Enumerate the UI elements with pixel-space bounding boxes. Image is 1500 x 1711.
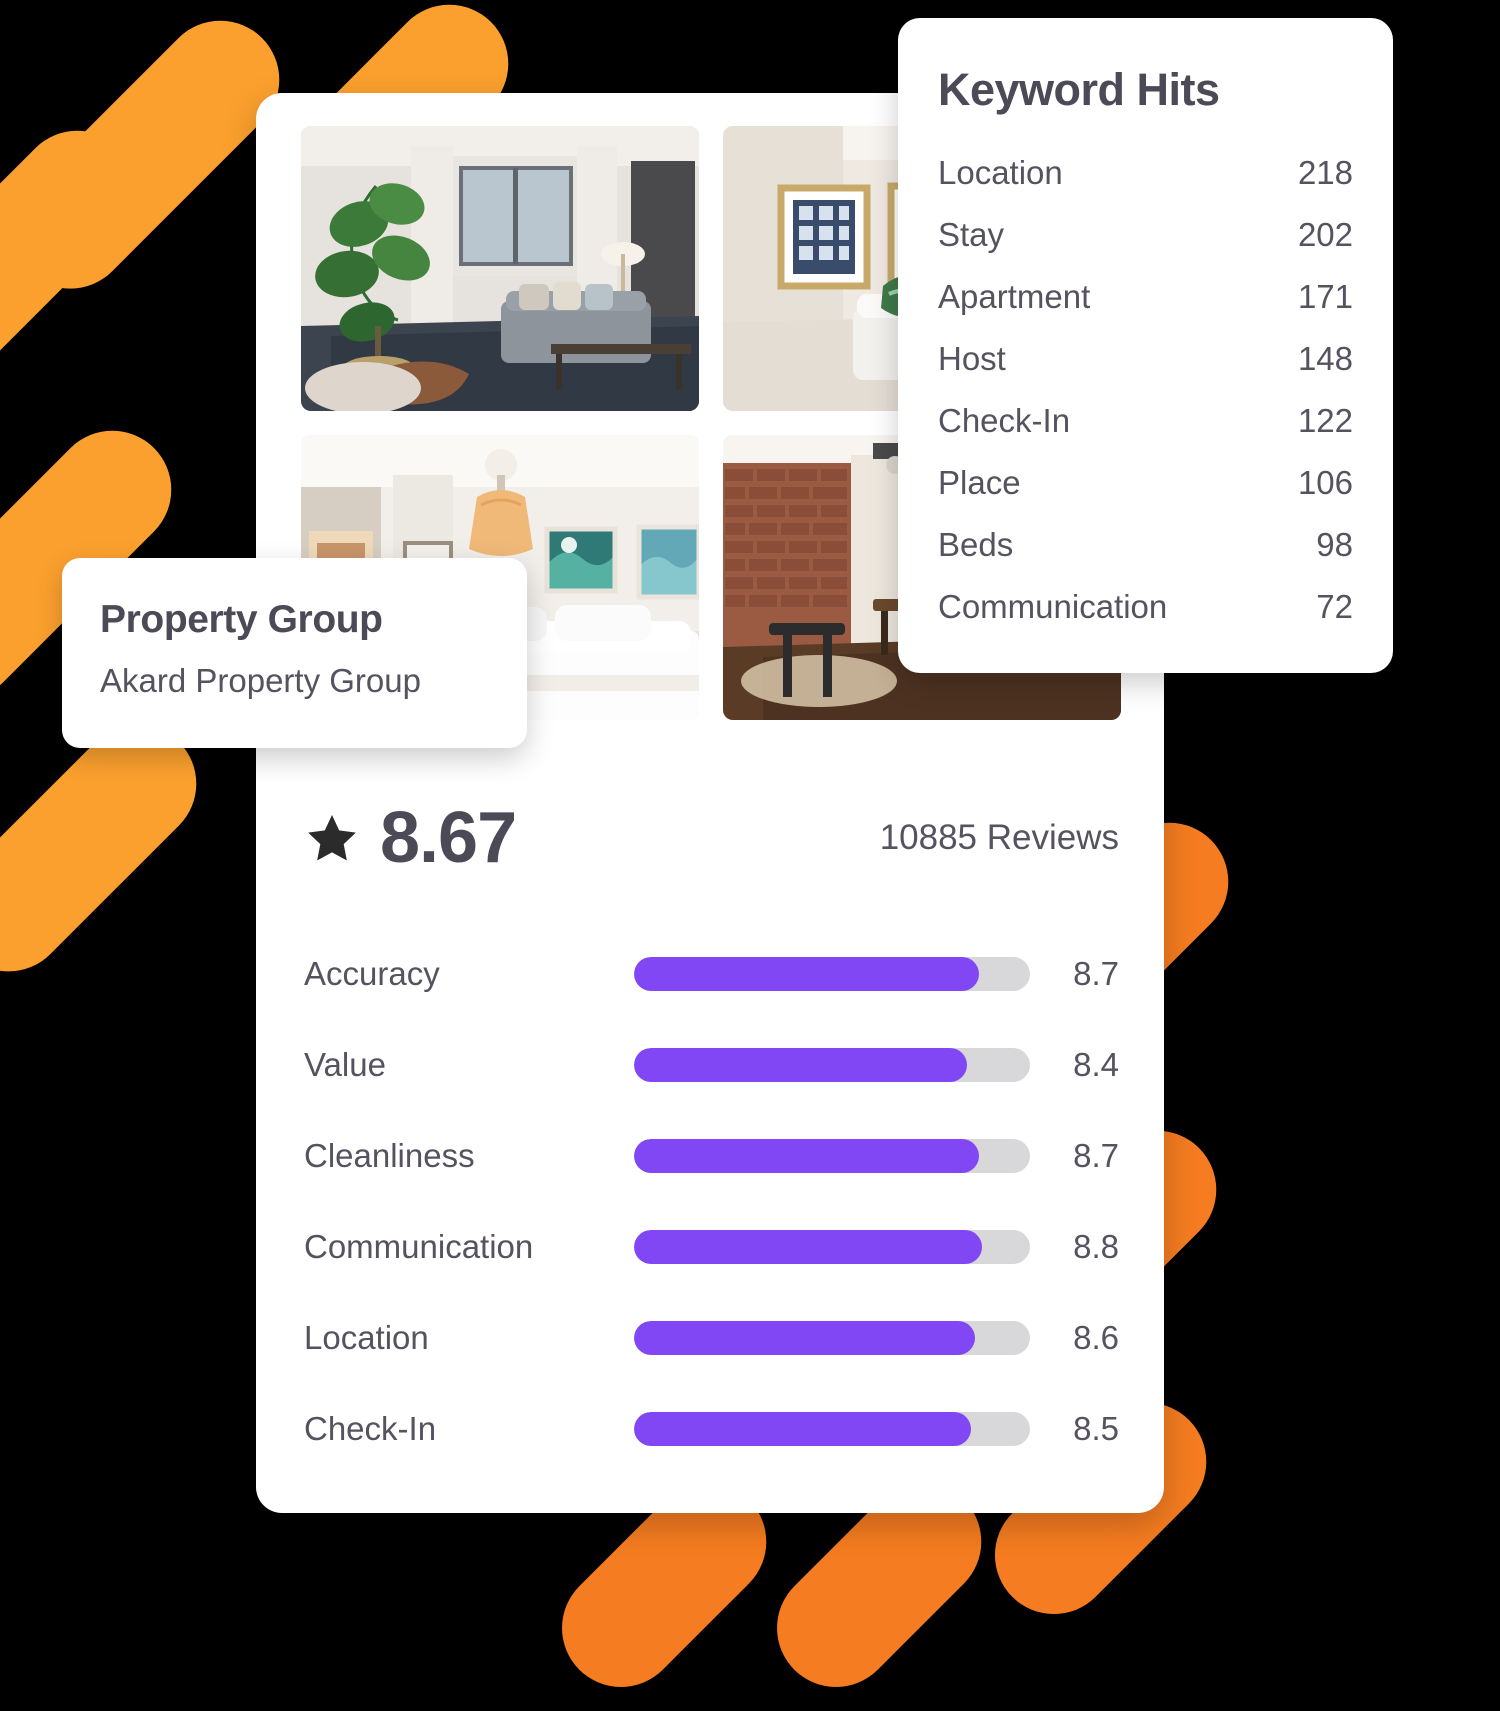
keyword-count: 148: [1297, 340, 1353, 377]
keyword-row: Place 106: [938, 464, 1353, 526]
keyword-count: 122: [1297, 402, 1353, 439]
keyword-name: Host: [938, 340, 1006, 377]
keyword-hits-list: Location 218 Stay 202 Apartment 171 Host 148 Che…: [938, 154, 1353, 650]
category-rating-bars: Accuracy 8.7 Value 8.4 Cleanliness 8.7 Communi…: [256, 928, 1164, 1474]
keyword-count: 106: [1297, 464, 1353, 501]
keyword-name: Check-In: [938, 402, 1071, 439]
rating-category-label: Value: [304, 1045, 386, 1083]
keyword-row: Beds 98: [938, 526, 1353, 588]
keyword-row: Host 148: [938, 340, 1353, 402]
keyword-name: Apartment: [938, 278, 1091, 315]
keyword-name: Place: [938, 464, 1021, 501]
keyword-name: Communication: [938, 588, 1168, 625]
rating-bar-fill: [634, 1229, 983, 1264]
keyword-row: Communication 72: [938, 588, 1353, 650]
rating-value: 8.8: [1073, 1227, 1119, 1265]
rating-bar-row: Check-In 8.5: [256, 1383, 1164, 1474]
rating-bar-fill: [634, 956, 979, 991]
rating-bar-row: Value 8.4: [256, 1019, 1164, 1110]
keyword-count: 72: [1316, 588, 1353, 625]
living-room-image: [301, 126, 699, 411]
rating-category-label: Location: [304, 1318, 429, 1356]
rating-bar-track: [634, 1138, 1030, 1173]
rating-value: 8.7: [1073, 1136, 1119, 1174]
keyword-name: Stay: [938, 216, 1005, 253]
keyword-count: 98: [1316, 526, 1353, 563]
rating-section: 8.67 10885 Reviews Accuracy 8.7 Value 8.4 Cl…: [256, 793, 1164, 1474]
listing-photo-living-room[interactable]: [301, 126, 699, 411]
rating-bar-fill: [634, 1320, 975, 1355]
rating-bar-track: [634, 956, 1030, 991]
keyword-count: 218: [1297, 154, 1353, 191]
rating-value: 8.6: [1073, 1318, 1119, 1356]
rating-value: 8.7: [1073, 954, 1119, 992]
keyword-hits-title: Keyword Hits: [938, 64, 1220, 115]
property-group-name: Akard Property Group: [100, 662, 421, 699]
rating-bar-fill: [634, 1047, 967, 1082]
rating-category-label: Accuracy: [304, 954, 440, 992]
rating-bar-row: Cleanliness 8.7: [256, 1110, 1164, 1201]
rating-bar-row: Location 8.6: [256, 1292, 1164, 1383]
keyword-row: Location 218: [938, 154, 1353, 216]
rating-category-label: Check-In: [304, 1409, 437, 1447]
overall-score: 8.67: [304, 798, 517, 878]
score-value: 8.67: [380, 798, 517, 878]
keyword-name: Beds: [938, 526, 1014, 563]
rating-category-label: Communication: [304, 1227, 534, 1265]
rating-bar-track: [634, 1047, 1030, 1082]
rating-bar-fill: [634, 1411, 971, 1446]
rating-header: 8.67 10885 Reviews: [256, 793, 1164, 883]
rating-value: 8.5: [1073, 1409, 1119, 1447]
keyword-row: Stay 202: [938, 216, 1353, 278]
rating-bar-track: [634, 1229, 1030, 1264]
illustration-stage: 8.67 10885 Reviews Accuracy 8.7 Value 8.4 Cl…: [0, 0, 1500, 1711]
property-group-title: Property Group: [100, 598, 383, 641]
keyword-row: Apartment 171: [938, 278, 1353, 340]
property-group-card: Property Group Akard Property Group: [62, 558, 527, 748]
rating-bar-row: Communication 8.8: [256, 1201, 1164, 1292]
keyword-hits-card: Keyword Hits Location 218 Stay 202 Apartment…: [898, 18, 1393, 673]
keyword-name: Location: [938, 154, 1063, 191]
review-count: 10885 Reviews: [879, 818, 1119, 857]
rating-bar-fill: [634, 1138, 979, 1173]
rating-bar-row: Accuracy 8.7: [256, 928, 1164, 1019]
rating-category-label: Cleanliness: [304, 1136, 475, 1174]
keyword-count: 202: [1297, 216, 1353, 253]
rating-value: 8.4: [1073, 1045, 1119, 1083]
rating-bar-track: [634, 1320, 1030, 1355]
keyword-row: Check-In 122: [938, 402, 1353, 464]
keyword-count: 171: [1297, 278, 1353, 315]
star-icon: [308, 815, 356, 861]
rating-bar-track: [634, 1411, 1030, 1446]
